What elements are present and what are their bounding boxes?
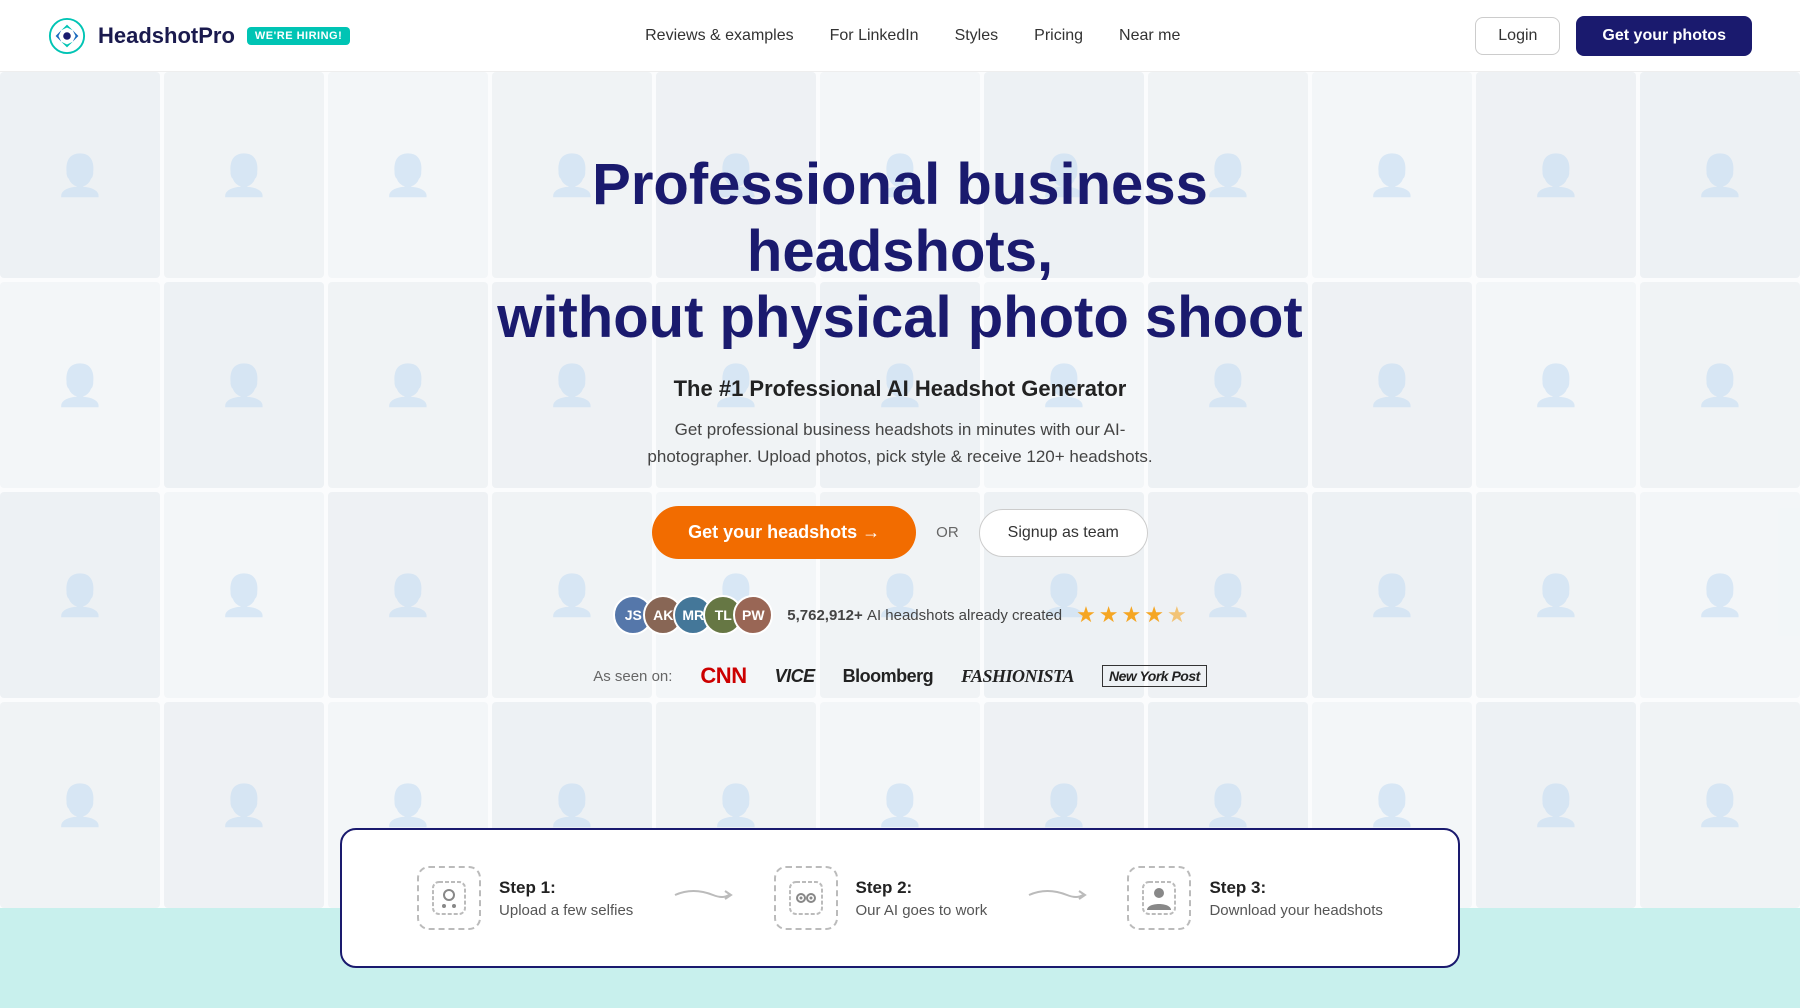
arrow-2 (1027, 882, 1087, 914)
step-2-icon (774, 866, 838, 930)
step-2-title: Step 2: (856, 878, 988, 898)
get-photos-button[interactable]: Get your photos (1576, 16, 1752, 56)
step-2: Step 2: Our AI goes to work (774, 866, 988, 930)
proof-count: 5,762,912+ AI headshots already created (787, 607, 1062, 624)
logo-icon (48, 17, 86, 55)
hero-description: Get professional business headshots in m… (640, 416, 1160, 470)
star-3: ★ (1122, 602, 1142, 628)
main-nav: Reviews & examples For LinkedIn Styles P… (645, 27, 1180, 45)
star-5: ★ (1167, 602, 1187, 628)
logo-text: HeadshotPro (98, 23, 235, 49)
step-3: Step 3: Download your headshots (1127, 866, 1382, 930)
star-2: ★ (1099, 602, 1119, 628)
step-1: Step 1: Upload a few selfies (417, 866, 633, 930)
hiring-badge: WE'RE HIRING! (247, 27, 350, 45)
hero-subtitle: The #1 Professional AI Headshot Generato… (674, 376, 1127, 402)
arrow-1 (673, 882, 733, 914)
nav-reviews[interactable]: Reviews & examples (645, 27, 794, 45)
step-3-text: Step 3: Download your headshots (1209, 878, 1382, 919)
get-headshots-button[interactable]: Get your headshots → (652, 506, 916, 559)
or-label: OR (936, 524, 959, 541)
seen-on: As seen on: CNN VICE Bloomberg FASHIONIS… (593, 663, 1207, 689)
nav-linkedin[interactable]: For LinkedIn (830, 27, 919, 45)
nypost-logo: New York Post (1102, 665, 1207, 687)
seen-on-label: As seen on: (593, 668, 672, 685)
star-4: ★ (1144, 602, 1164, 628)
step-2-desc: Our AI goes to work (856, 902, 988, 919)
step-1-text: Step 1: Upload a few selfies (499, 878, 633, 919)
hero-section: 👤 👤 👤 👤 👤 👤 👤 👤 👤 👤 👤 👤 👤 👤 👤 👤 👤 👤 👤 👤 … (0, 72, 1800, 908)
step-1-desc: Upload a few selfies (499, 902, 633, 919)
social-proof: JS AK MR TL PW 5,762,912+ AI headshots a… (613, 595, 1186, 635)
logo-area: HeadshotPro WE'RE HIRING! (48, 17, 350, 55)
avatar: PW (733, 595, 773, 635)
steps-section: Step 1: Upload a few selfies (340, 828, 1460, 968)
step-3-title: Step 3: (1209, 878, 1382, 898)
hero-cta-row: Get your headshots → OR Signup as team (652, 506, 1148, 559)
step-3-desc: Download your headshots (1209, 902, 1382, 919)
step-3-icon (1127, 866, 1191, 930)
fashionista-logo: FASHIONISTA (961, 666, 1074, 687)
vice-logo: VICE (775, 666, 815, 687)
hero-title: Professional business headshots, without… (490, 152, 1310, 352)
signup-team-button[interactable]: Signup as team (979, 509, 1148, 557)
cnn-logo: CNN (700, 663, 746, 689)
star-1: ★ (1076, 602, 1096, 628)
nav-near-me[interactable]: Near me (1119, 27, 1180, 45)
nav-styles[interactable]: Styles (955, 27, 999, 45)
step-1-icon (417, 866, 481, 930)
avatar-stack: JS AK MR TL PW (613, 595, 773, 635)
step-2-text: Step 2: Our AI goes to work (856, 878, 988, 919)
header: HeadshotPro WE'RE HIRING! Reviews & exam… (0, 0, 1800, 72)
header-actions: Login Get your photos (1475, 16, 1752, 56)
hero-content: Professional business headshots, without… (0, 72, 1800, 908)
star-rating: ★ ★ ★ ★ ★ (1076, 602, 1187, 628)
bloomberg-logo: Bloomberg (843, 666, 934, 687)
nav-pricing[interactable]: Pricing (1034, 27, 1083, 45)
step-1-title: Step 1: (499, 878, 633, 898)
login-button[interactable]: Login (1475, 17, 1560, 55)
